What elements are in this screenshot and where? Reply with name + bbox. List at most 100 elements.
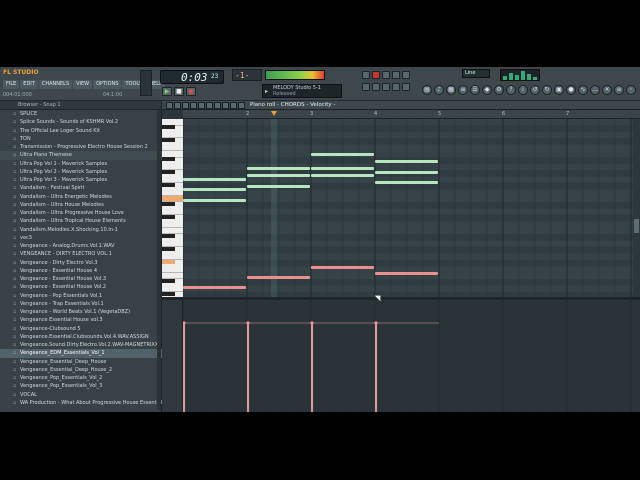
toggle-button[interactable] xyxy=(372,83,380,91)
toggle-button[interactable] xyxy=(392,83,400,91)
toggle-button[interactable] xyxy=(362,71,370,79)
chord-icon[interactable] xyxy=(238,102,245,109)
plugin-icon[interactable]: ◆ xyxy=(482,85,492,95)
menu-item-view[interactable]: VIEW xyxy=(73,80,93,89)
browser-folder-item[interactable]: ▫ SPLICE xyxy=(0,110,162,118)
velocity-handle[interactable] xyxy=(310,321,314,325)
mixer-icon[interactable]: ≡ xyxy=(458,85,468,95)
zoom-tool-icon[interactable] xyxy=(214,102,221,109)
black-key[interactable] xyxy=(162,279,175,283)
piano-roll-icon[interactable]: ♪ xyxy=(434,85,444,95)
browser-folder-item[interactable]: ▫ The Official Lee Loger Sound Kit xyxy=(0,127,162,135)
undo-icon[interactable]: ↺ xyxy=(530,85,540,95)
info-icon[interactable]: i xyxy=(518,85,528,95)
settings-icon[interactable]: ⚙ xyxy=(494,85,504,95)
browser-folder-item[interactable]: ▫ Vengeance - Essential House 4 xyxy=(0,267,162,275)
play-button[interactable]: ▶ xyxy=(162,87,172,96)
midi-note[interactable] xyxy=(311,174,374,178)
midi-note[interactable] xyxy=(247,167,310,171)
piano-keyboard[interactable] xyxy=(162,119,183,297)
draw-tool-icon[interactable] xyxy=(166,102,173,109)
velocity-handle[interactable] xyxy=(183,321,186,325)
browser-folder-item[interactable]: ▫ Vandalism - Festival Spirit xyxy=(0,184,162,192)
mute-tool-icon[interactable] xyxy=(190,102,197,109)
toggle-button[interactable] xyxy=(382,83,390,91)
vertical-scrollbar[interactable] xyxy=(633,119,640,297)
pattern-selector[interactable]: -1- xyxy=(232,69,262,81)
black-key[interactable] xyxy=(162,259,175,264)
midi-note[interactable] xyxy=(375,181,438,185)
browser-folder-item[interactable]: ▫ Vengeance Essential House vol.3 xyxy=(0,316,162,324)
playlist-icon[interactable]: ▤ xyxy=(422,85,432,95)
song-marker-icon[interactable] xyxy=(271,111,277,116)
black-key[interactable] xyxy=(162,170,175,175)
render-icon[interactable]: ● xyxy=(566,85,576,95)
extra-icon[interactable]: ◦ xyxy=(626,85,636,95)
browser-folder-item[interactable]: ▫ Vandalism - Ultra Progressive House Lov… xyxy=(0,209,162,217)
black-key[interactable] xyxy=(162,234,175,239)
browser-folder-item[interactable]: ▫ Ultra Pop Vol 1 - Maverick Samples xyxy=(0,160,162,168)
browser-folder-item[interactable]: ▫ Vengeance - Analog.Drums.Vol.1.WAV xyxy=(0,242,162,250)
toggle-button[interactable] xyxy=(402,71,410,79)
black-key[interactable] xyxy=(162,247,175,251)
browser-folder-item[interactable]: ▫ Vengeance - World Beats Vol.1 (VegetaDB… xyxy=(0,308,162,316)
toggle-button[interactable] xyxy=(392,71,400,79)
browser-folder-item[interactable]: ▫ Vengeance - Dirty Electro Vol.3 xyxy=(0,259,162,267)
browser-folder-item[interactable]: ▫ Vandalism - Ultra Tropical House Elemen… xyxy=(0,217,162,225)
magnet-icon[interactable] xyxy=(230,102,237,109)
help-icon[interactable]: ? xyxy=(506,85,516,95)
toggle-button[interactable] xyxy=(362,83,370,91)
menu-item-channels[interactable]: CHANNELS xyxy=(38,80,73,89)
black-key[interactable] xyxy=(162,215,175,219)
select-tool-icon[interactable] xyxy=(206,102,213,109)
play-tool-icon[interactable] xyxy=(222,102,229,109)
velocity-editor[interactable] xyxy=(183,300,633,412)
channel-rack-icon[interactable]: ▦ xyxy=(446,85,456,95)
browser-folder-item[interactable]: ▫ WA Production - What About Progressive … xyxy=(0,399,162,407)
midi-note[interactable] xyxy=(375,159,438,163)
browser-icon[interactable]: ☰ xyxy=(470,85,480,95)
black-key[interactable] xyxy=(162,202,175,207)
paint-tool-icon[interactable] xyxy=(174,102,181,109)
delete-tool-icon[interactable] xyxy=(182,102,189,109)
browser-folder-item[interactable]: ▫ Vandalism.Melodies.X.Shocking.10.in-1 xyxy=(0,226,162,234)
menu-item-options[interactable]: OPTIONS xyxy=(93,80,122,89)
browser-folder-item[interactable]: ▫ Vengeance - Essential House Vol.3 xyxy=(0,275,162,283)
record-button[interactable]: ● xyxy=(186,87,196,96)
scroll-thumb[interactable] xyxy=(634,219,639,233)
browser-folder-item[interactable]: ▫ Vengeance - Trap Essentials Vol.1 xyxy=(0,300,162,308)
snap-selector[interactable]: Line xyxy=(462,69,490,78)
browser-folder-item[interactable]: ▫ Ultra Pop Vol 3 - Maverick Samples xyxy=(0,176,162,184)
browser-folder-item[interactable]: ▫ Vengeance.Sound.Dirty.Electro.Vol.2.WAV… xyxy=(0,341,162,349)
stop-button[interactable]: ■ xyxy=(174,87,184,96)
record-mode-button[interactable] xyxy=(372,71,380,79)
velocity-handle[interactable] xyxy=(246,321,250,325)
browser-folder-item[interactable]: ▫ VOCAL xyxy=(0,391,162,399)
browser-folder-item[interactable]: ▫ Ultra Pop Vol 2 - Maverick Samples xyxy=(0,168,162,176)
browser-folder-item[interactable]: ▫ Splice Sounds - Sounds of KSHMR Vol.2 xyxy=(0,118,162,126)
close-icon[interactable]: × xyxy=(602,85,612,95)
midi-note[interactable] xyxy=(183,188,246,192)
browser-folder-item[interactable]: ▫ vec3 xyxy=(0,234,162,242)
browser-scrollbar[interactable] xyxy=(157,110,161,410)
midi-note[interactable] xyxy=(375,272,438,276)
menu-icon[interactable]: ≡ xyxy=(614,85,624,95)
toggle-button[interactable] xyxy=(402,83,410,91)
browser-folder-item[interactable]: ▫ Vengeance_EDM_Essentials_Vol_1 xyxy=(0,349,162,358)
menu-item-edit[interactable]: EDIT xyxy=(20,80,38,89)
scope-icon[interactable]: ∿ xyxy=(578,85,588,95)
midi-note[interactable] xyxy=(375,170,438,174)
browser-folder-item[interactable]: ▫ Vengeance.Essential.Clubsounds.Vol.4.WA… xyxy=(0,333,162,341)
master-volume-slider[interactable] xyxy=(140,70,152,96)
save-icon[interactable]: ▣ xyxy=(554,85,564,95)
note-grid[interactable] xyxy=(183,119,633,297)
midi-note[interactable] xyxy=(247,275,310,279)
browser-folder-item[interactable]: ▫ VENGEANCE - DIRTY ELECTRO VOL.1 xyxy=(0,250,162,258)
browser-folder-item[interactable]: ▫ Vandalism - Ultra Energetic Melodies xyxy=(0,193,162,201)
browser-folder-item[interactable]: ▫ Ultra Piano Themese xyxy=(0,151,162,160)
browser-folder-item[interactable]: ▫ Vengeance_Essential_Deep_House_2 xyxy=(0,366,162,374)
black-key[interactable] xyxy=(162,291,175,296)
black-key[interactable] xyxy=(162,138,175,143)
redo-icon[interactable]: ↻ xyxy=(542,85,552,95)
midi-note[interactable] xyxy=(183,286,246,289)
